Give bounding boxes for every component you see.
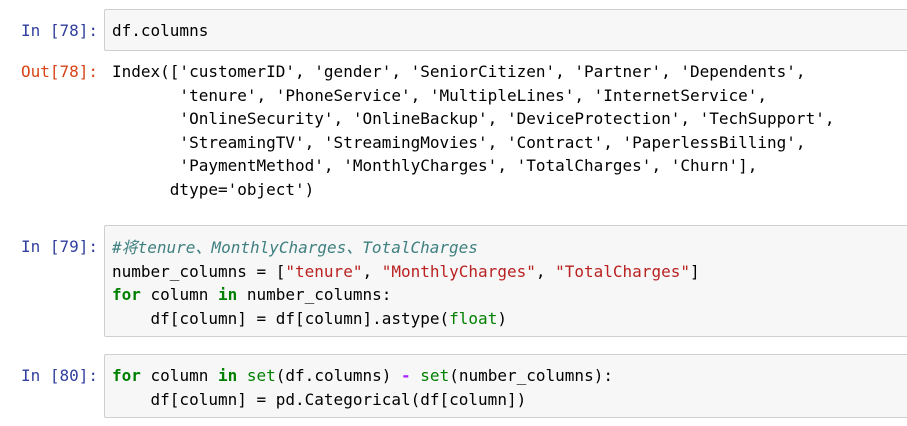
output-line: 'OnlineSecurity', 'OnlineBackup', 'Devic… [112, 109, 835, 128]
builtin: set [420, 366, 450, 385]
builtin: float [449, 308, 498, 328]
string-literal: "tenure" [285, 261, 363, 281]
output-line: dtype='object') [112, 179, 315, 199]
output-prompt-78: Out[78]: [20, 62, 98, 81]
keyword: in [217, 285, 238, 304]
input-prompt-78: In [78]: [20, 21, 98, 40]
code-text: number_columns: [237, 285, 392, 304]
code-line: number_columns = ["tenure", "MonthlyChar… [112, 260, 700, 284]
code-line: df[column] = pd.Categorical(df[column]) [112, 388, 527, 412]
input-prompt-79: In [79]: [20, 237, 98, 256]
code-cell-80[interactable]: for column in set(df.columns) - set(numb… [104, 354, 907, 418]
output-line: 'PaymentMethod', 'MonthlyCharges', 'Tota… [112, 156, 758, 175]
code-text: ) [497, 308, 507, 328]
code-text: column [140, 366, 218, 385]
code-line: df[column] = df[column].astype(float) [112, 307, 507, 331]
code-line: df.columns [112, 21, 209, 40]
operator: - [401, 366, 411, 385]
code-text: (df.columns) [275, 366, 402, 385]
output-line: Index(['customerID', 'gender', 'SeniorCi… [112, 62, 806, 81]
output-line: 'StreamingTV', 'StreamingMovies', 'Contr… [112, 132, 806, 152]
code-comment: #将tenure、MonthlyCharges、TotalCharges [112, 238, 478, 257]
code-line: for column in number_columns: [112, 283, 391, 307]
code-line: for column in set(df.columns) - set(numb… [112, 364, 613, 388]
code-text: column [140, 285, 218, 304]
code-text: , [535, 261, 556, 281]
string-literal: "MonthlyCharges" [381, 261, 536, 281]
keyword: for [112, 366, 141, 385]
code-text: , [362, 261, 382, 281]
output-line: 'tenure', 'PhoneService', 'MultipleLines… [112, 85, 768, 105]
keyword: for [112, 285, 141, 304]
string-literal: "TotalCharges" [555, 261, 690, 281]
code-cell-78[interactable]: df.columns [104, 9, 907, 51]
code-text: (number_columns): [449, 366, 613, 385]
input-prompt-80: In [80]: [20, 366, 98, 385]
keyword: in [217, 366, 238, 385]
code-text: df[column] = pd.Categorical(df[column]) [150, 389, 527, 409]
builtin: set [246, 366, 276, 385]
code-cell-79[interactable]: #将tenure、MonthlyCharges、TotalCharges num… [104, 225, 907, 337]
code-text: df[column] = df[column].astype( [150, 308, 450, 328]
code-text: number_columns = [ [112, 261, 286, 281]
code-text: ] [689, 261, 700, 281]
